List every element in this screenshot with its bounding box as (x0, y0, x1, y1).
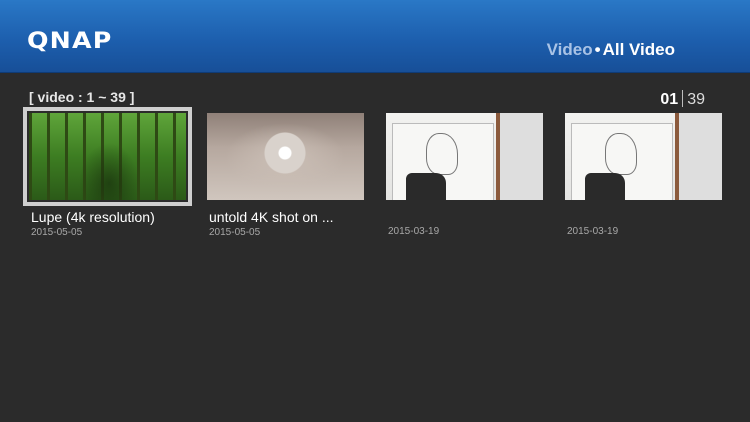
page-divider (682, 90, 684, 107)
artist-hand (585, 173, 625, 200)
video-item-1[interactable]: Lupe (4k resolution) 2015-05-05 (23, 107, 192, 238)
sketch-lines (605, 133, 637, 175)
breadcrumb-separator: • (594, 40, 601, 59)
artist-hand (406, 173, 446, 200)
page-total: 39 (687, 91, 705, 108)
page-current: 01 (660, 91, 679, 108)
video-title: untold 4K shot on ... (209, 209, 334, 225)
video-date: 2015-03-19 (567, 226, 619, 237)
video-date: 2015-05-05 (209, 227, 261, 238)
breadcrumb-current-page: All Video (602, 40, 675, 59)
video-range-label: [ video : 1 ~ 39 ] (29, 89, 135, 105)
qnap-logo: QNAP (27, 29, 113, 54)
breadcrumb: Video • All Video (547, 40, 675, 60)
sketch-drawing-video-thumbnail[interactable] (386, 113, 543, 200)
page-indicator: 01 39 (660, 90, 705, 109)
forest-video-thumbnail[interactable] (23, 107, 192, 206)
breadcrumb-section[interactable]: Video (547, 40, 593, 59)
sketch-lines (426, 133, 458, 175)
video-item-3[interactable]: 2015-03-19 (386, 113, 544, 237)
video-item-2[interactable]: untold 4K shot on ... 2015-05-05 (207, 113, 365, 238)
video-title: Lupe (4k resolution) (31, 209, 155, 225)
video-date: 2015-05-05 (31, 227, 83, 238)
video-item-4[interactable]: 2015-03-19 (565, 113, 723, 237)
top-header-bar: QNAP Video • All Video (0, 0, 750, 73)
sketch-drawing-video-thumbnail[interactable] (565, 113, 722, 200)
chandelier-video-thumbnail[interactable] (207, 113, 364, 200)
video-date: 2015-03-19 (388, 226, 440, 237)
